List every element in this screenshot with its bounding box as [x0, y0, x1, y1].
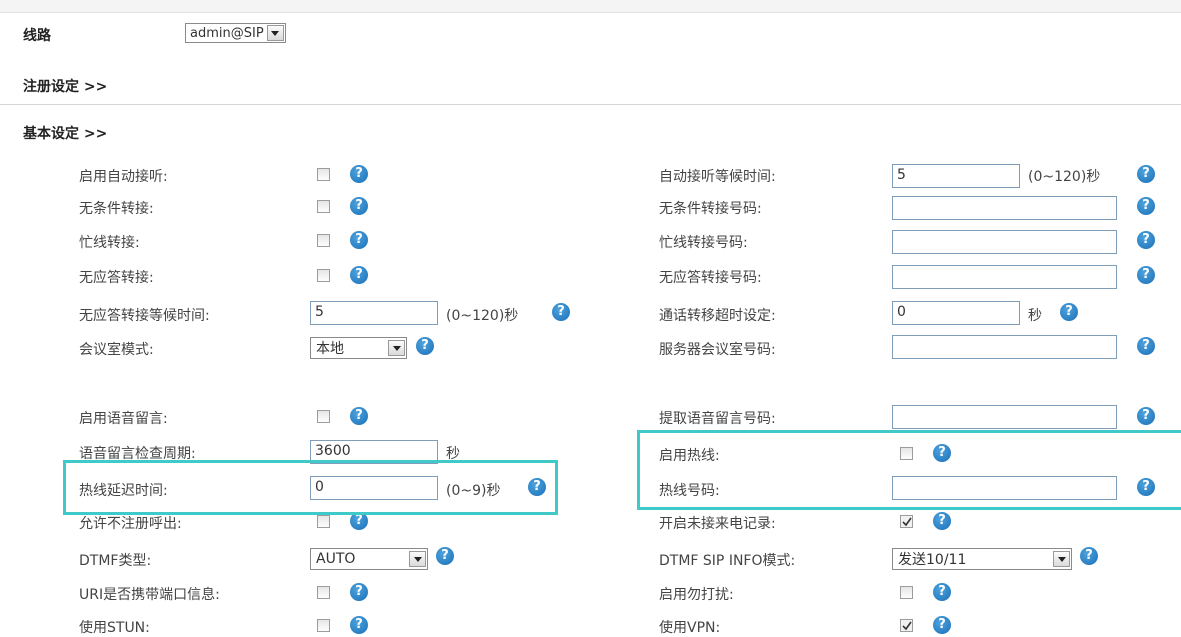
unconditional-forward-label: 无条件转接:	[79, 201, 154, 217]
uri-port-checkbox[interactable]	[317, 586, 330, 599]
no-answer-forward-number-input[interactable]	[892, 265, 1117, 289]
checkmark-icon	[902, 621, 912, 631]
dtmf-type-label: DTMF类型:	[79, 553, 152, 569]
missed-call-log-label: 开启未接来电记录:	[659, 516, 776, 532]
help-icon[interactable]: ?	[933, 512, 951, 530]
stun-label: 使用STUN:	[79, 620, 150, 636]
auto-answer-checkbox[interactable]	[317, 168, 330, 181]
auto-answer-label: 启用自动接听:	[79, 169, 168, 185]
hotline-checkbox[interactable]	[900, 447, 913, 460]
help-icon[interactable]: ?	[1137, 165, 1155, 183]
conference-mode-value: 本地	[316, 341, 344, 357]
hotline-delay-input[interactable]: 0	[310, 476, 438, 500]
help-icon[interactable]: ?	[350, 512, 368, 530]
help-icon[interactable]: ?	[436, 547, 454, 565]
help-icon[interactable]: ?	[1137, 231, 1155, 249]
dtmf-sip-info-mode-select[interactable]: 发送10/11	[892, 548, 1072, 570]
dnd-label: 启用勿打扰:	[659, 587, 734, 603]
voicemail-label: 启用语音留言:	[79, 411, 168, 427]
dnd-checkbox[interactable]	[900, 586, 913, 599]
transfer-timeout-label: 通话转移超时设定:	[659, 308, 776, 324]
auto-answer-wait-label: 自动接听等候时间:	[659, 169, 776, 185]
help-icon[interactable]: ?	[350, 266, 368, 284]
voicemail-checkbox[interactable]	[317, 410, 330, 423]
vpn-checkbox[interactable]	[900, 619, 913, 632]
help-icon[interactable]: ?	[933, 616, 951, 634]
no-answer-forward-number-label: 无应答转接号码:	[659, 270, 762, 286]
voicemail-check-period-label: 语音留言检查周期:	[79, 446, 196, 462]
help-icon[interactable]: ?	[528, 478, 546, 496]
chevron-down-icon	[409, 551, 426, 567]
transfer-timeout-input[interactable]: 0	[892, 301, 1020, 325]
voicemail-number-label: 提取语音留言号码:	[659, 411, 776, 427]
voicemail-check-period-unit: 秒	[446, 446, 460, 462]
hotline-number-input[interactable]	[892, 476, 1117, 500]
help-icon[interactable]: ?	[350, 407, 368, 425]
hotline-delay-label: 热线延迟时间:	[79, 483, 168, 499]
checkmark-icon	[902, 517, 912, 527]
chevron-down-icon	[266, 25, 284, 41]
conference-mode-select[interactable]: 本地	[310, 337, 407, 359]
line-select[interactable]: admin@SIP	[185, 23, 286, 43]
uri-port-label: URI是否携带端口信息:	[79, 587, 220, 603]
conference-mode-label: 会议室模式:	[79, 342, 154, 358]
help-icon[interactable]: ?	[1137, 197, 1155, 215]
transfer-timeout-unit: 秒	[1028, 308, 1042, 324]
no-answer-wait-unit: (0~120)秒	[446, 308, 519, 324]
help-icon[interactable]: ?	[350, 197, 368, 215]
no-answer-forward-label: 无应答转接:	[79, 270, 154, 286]
auto-answer-wait-unit: (0~120)秒	[1028, 169, 1101, 185]
call-without-register-checkbox[interactable]	[317, 515, 330, 528]
hotline-label: 启用热线:	[659, 448, 720, 464]
dtmf-sip-info-mode-label: DTMF SIP INFO模式:	[659, 553, 796, 569]
help-icon[interactable]: ?	[1137, 266, 1155, 284]
help-icon[interactable]: ?	[933, 583, 951, 601]
busy-forward-number-label: 忙线转接号码:	[659, 235, 748, 251]
dtmf-type-value: AUTO	[316, 551, 356, 567]
call-without-register-label: 允许不注册呼出:	[79, 516, 182, 532]
top-divider	[0, 0, 1181, 13]
help-icon[interactable]: ?	[350, 616, 368, 634]
unconditional-forward-number-input[interactable]	[892, 196, 1117, 220]
line-label: 线路	[23, 28, 51, 44]
help-icon[interactable]: ?	[350, 231, 368, 249]
missed-call-log-checkbox[interactable]	[900, 515, 913, 528]
no-answer-wait-label: 无应答转接等候时间:	[79, 308, 210, 324]
dtmf-sip-info-mode-value: 发送10/11	[898, 552, 967, 568]
server-conference-number-input[interactable]	[892, 335, 1117, 359]
register-settings-link[interactable]: 注册设定 >>	[23, 76, 107, 96]
no-answer-forward-checkbox[interactable]	[317, 269, 330, 282]
help-icon[interactable]: ?	[552, 303, 570, 321]
help-icon[interactable]: ?	[1137, 478, 1155, 496]
busy-forward-number-input[interactable]	[892, 230, 1117, 254]
dtmf-type-select[interactable]: AUTO	[310, 548, 428, 570]
help-icon[interactable]: ?	[1060, 303, 1078, 321]
vpn-label: 使用VPN:	[659, 620, 721, 636]
help-icon[interactable]: ?	[1137, 337, 1155, 355]
voicemail-number-input[interactable]	[892, 405, 1117, 429]
help-icon[interactable]: ?	[1137, 407, 1155, 425]
unconditional-forward-number-label: 无条件转接号码:	[659, 201, 762, 217]
unconditional-forward-checkbox[interactable]	[317, 200, 330, 213]
help-icon[interactable]: ?	[350, 583, 368, 601]
busy-forward-checkbox[interactable]	[317, 234, 330, 247]
basic-settings-link[interactable]: 基本设定 >>	[23, 123, 107, 143]
server-conference-number-label: 服务器会议室号码:	[659, 342, 776, 358]
help-icon[interactable]: ?	[933, 444, 951, 462]
hotline-number-label: 热线号码:	[659, 483, 720, 499]
busy-forward-label: 忙线转接:	[79, 235, 140, 251]
stun-checkbox[interactable]	[317, 619, 330, 632]
hotline-delay-unit: (0~9)秒	[446, 483, 501, 499]
auto-answer-wait-input[interactable]: 5	[892, 164, 1020, 188]
no-answer-wait-input[interactable]: 5	[310, 301, 438, 325]
chevron-down-icon	[1053, 551, 1070, 567]
help-icon[interactable]: ?	[416, 337, 434, 355]
help-icon[interactable]: ?	[1080, 547, 1098, 565]
line-select-value: admin@SIP	[190, 25, 264, 41]
section-divider	[0, 104, 1181, 105]
help-icon[interactable]: ?	[350, 165, 368, 183]
voicemail-check-period-input[interactable]: 3600	[310, 440, 438, 464]
chevron-down-icon	[388, 340, 405, 356]
